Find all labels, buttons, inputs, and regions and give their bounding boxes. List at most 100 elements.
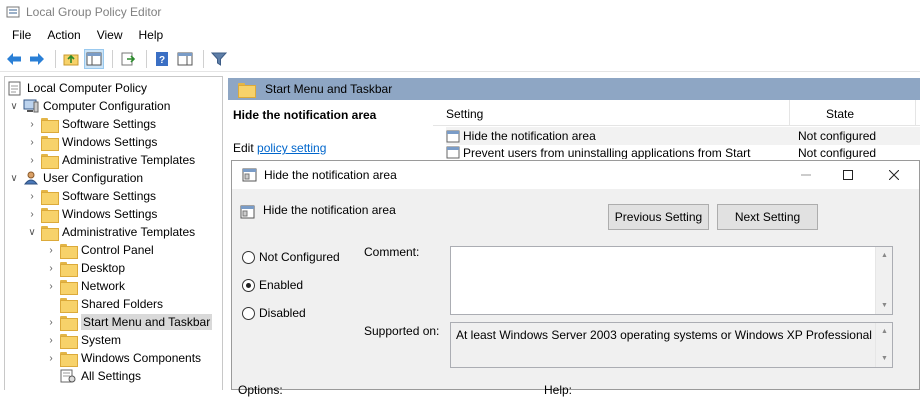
column-header-setting[interactable]: Setting [446,107,483,121]
chevron-down-icon[interactable]: ∨ [7,99,21,113]
radio-enabled[interactable]: Enabled [242,278,303,292]
minimize-icon[interactable] [798,167,814,183]
back-arrow-icon[interactable] [4,49,24,69]
chevron-right-icon[interactable]: › [25,153,39,167]
folder-icon [41,207,59,223]
policy-setting-icon [446,130,460,142]
tree-node-windows-settings[interactable]: › Windows Settings [25,133,157,151]
chevron-right-icon[interactable]: › [44,351,58,365]
row-state: Not configured [798,146,877,159]
chevron-right-icon[interactable]: › [44,261,58,275]
extended-description-pane: Hide the notification area Edit policy s… [228,100,433,160]
chevron-right-icon[interactable]: › [44,333,58,347]
radio-circle-selected[interactable] [242,278,255,292]
supported-on-scrollbar[interactable]: ▲ ▼ [875,323,892,367]
folder-icon [60,243,78,259]
chevron-right-icon[interactable]: › [25,207,39,221]
radio-disabled[interactable]: Disabled [242,306,306,320]
extended-setting-title: Hide the notification area [233,108,377,122]
tree-node-user-configuration[interactable]: ∨ User Configuration [7,169,143,187]
tree-node-windows-components[interactable]: › Windows Components [44,349,201,367]
show-hide-action-pane-icon[interactable] [175,49,195,69]
toolbar-separator [146,49,147,68]
radio-label: Enabled [259,278,304,292]
chevron-down-icon[interactable]: ∨ [25,225,39,239]
close-icon[interactable] [886,167,902,183]
folder-icon [41,225,59,241]
previous-setting-button[interactable]: Previous Setting [608,204,709,230]
column-separator[interactable] [915,100,916,126]
export-list-icon[interactable] [118,49,138,69]
comment-textarea[interactable]: ▲ ▼ [450,246,893,315]
comment-scrollbar[interactable]: ▲ ▼ [875,247,892,314]
maximize-icon[interactable] [840,167,856,183]
tree-node-control-panel[interactable]: › Control Panel [44,241,154,259]
forward-arrow-icon[interactable] [27,49,47,69]
tree-node-all-settings[interactable]: All Settings [58,367,141,385]
menu-help[interactable]: Help [131,28,172,42]
column-header-state[interactable]: State [826,107,854,121]
help-label: Help: [544,383,573,397]
window-title: Local Group Policy Editor [26,5,162,19]
folder-icon [41,189,59,205]
tree-node-local-computer-policy[interactable]: Local Computer Policy [8,79,147,97]
tree-node-computer-configuration[interactable]: ∨ Computer Configuration [7,97,170,115]
tree-node-desktop[interactable]: › Desktop [44,259,125,277]
settings-list-row[interactable]: Prevent users from uninstalling applicat… [446,146,920,159]
radio-not-configured[interactable]: Not Configured [242,250,340,264]
radio-circle[interactable] [242,306,255,320]
tree-node-user-windows-settings[interactable]: › Windows Settings [25,205,157,223]
filter-icon[interactable] [209,49,229,69]
toolbar-separator [112,49,113,68]
up-folder-icon[interactable] [61,49,81,69]
menu-file[interactable]: File [4,28,39,42]
tree-node-shared-folders[interactable]: Shared Folders [58,295,163,313]
tree-node-system[interactable]: › System [44,331,121,349]
tree-label: Windows Settings [62,207,158,221]
scroll-up-icon[interactable]: ▲ [876,323,893,340]
tree-node-software-settings[interactable]: › Software Settings [25,115,156,133]
next-setting-button[interactable]: Next Setting [717,204,818,230]
chevron-right-icon[interactable]: › [44,243,58,257]
tree-node-user-administrative-templates[interactable]: ∨ Administrative Templates [25,223,195,241]
menu-action[interactable]: Action [39,28,88,42]
tree-label: Control Panel [81,243,154,257]
dialog-title-bar: Hide the notification area [232,161,919,189]
chevron-right-icon[interactable]: › [25,189,39,203]
tree-label: Software Settings [62,117,157,131]
edit-policy-link[interactable]: policy setting [257,141,326,155]
policy-setting-icon [242,168,257,182]
group-policy-app-icon [6,6,20,18]
folder-icon [60,315,78,331]
scroll-up-icon[interactable]: ▲ [876,247,893,264]
tree-node-start-menu-and-taskbar[interactable]: › Start Menu and Taskbar [44,313,213,331]
scroll-down-icon[interactable]: ▼ [876,297,893,314]
chevron-right-icon[interactable]: › [25,135,39,149]
settings-list-row[interactable]: Hide the notification area Not configure… [446,127,920,145]
column-separator[interactable] [789,100,790,126]
chevron-right-icon[interactable]: › [44,315,58,329]
row-setting-name: Hide the notification area [463,129,596,143]
radio-circle[interactable] [242,250,255,264]
supported-on-label: Supported on: [364,324,440,338]
menu-view[interactable]: View [89,28,131,42]
details-header: Start Menu and Taskbar [228,78,920,100]
folder-icon [60,261,78,277]
settings-list-header: Setting State [433,100,920,126]
toolbar: ? [0,46,920,72]
scroll-down-icon[interactable]: ▼ [876,350,893,367]
chevron-down-icon[interactable]: ∨ [7,171,21,185]
tree-node-administrative-templates[interactable]: › Administrative Templates [25,151,195,169]
radio-label: Not Configured [259,250,340,264]
all-settings-icon [60,369,76,383]
policy-document-icon [8,81,21,95]
tree-label: All Settings [81,369,142,383]
chevron-right-icon[interactable]: › [25,117,39,131]
chevron-right-icon[interactable]: › [44,279,58,293]
tree-label: Shared Folders [81,297,164,311]
tree-node-network[interactable]: › Network [44,277,125,295]
tree-node-user-software-settings[interactable]: › Software Settings [25,187,156,205]
user-icon [23,171,39,185]
show-hide-tree-icon[interactable] [84,48,104,69]
help-icon[interactable]: ? [152,49,172,69]
